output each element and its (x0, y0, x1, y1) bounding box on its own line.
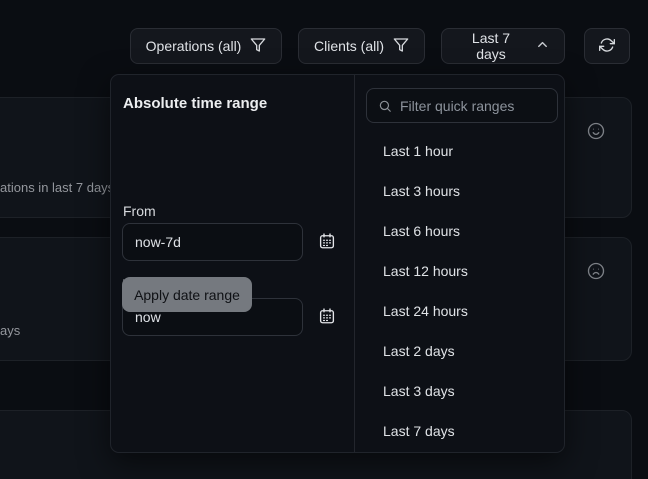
chevron-up-icon (535, 37, 550, 55)
quick-range-option[interactable]: Last 24 hours (355, 291, 565, 331)
operations-filter-button[interactable]: Operations (all) (130, 28, 282, 64)
quick-range-search[interactable] (366, 88, 558, 123)
quick-range-option[interactable]: Last 12 hours (355, 251, 565, 291)
happy-face-icon (587, 122, 605, 145)
from-calendar-button[interactable] (315, 230, 339, 254)
time-range-button[interactable]: Last 7 days (441, 28, 565, 64)
sad-face-icon (587, 262, 605, 285)
calendar-icon (318, 232, 336, 253)
card-caption: ays (0, 323, 20, 338)
from-input[interactable] (122, 223, 303, 261)
search-icon (378, 99, 392, 113)
quick-range-list: Last 1 hour Last 3 hours Last 6 hours La… (355, 131, 565, 451)
quick-range-filter-input[interactable] (400, 98, 546, 114)
funnel-icon (393, 37, 409, 56)
from-label: From (123, 203, 156, 219)
quick-range-option[interactable]: Last 6 hours (355, 211, 565, 251)
funnel-icon (250, 37, 266, 56)
operations-filter-label: Operations (all) (146, 38, 242, 54)
time-range-label: Last 7 days (456, 30, 526, 62)
clients-filter-button[interactable]: Clients (all) (298, 28, 425, 64)
quick-range-option[interactable]: Last 3 hours (355, 171, 565, 211)
refresh-button[interactable] (584, 28, 630, 64)
dashboard-page: ations in last 7 days ays Operations (al… (0, 0, 648, 479)
card-caption: ations in last 7 days (0, 180, 114, 195)
time-picker-dropdown: Absolute time range From To (110, 74, 565, 453)
refresh-icon (599, 37, 615, 56)
quick-range-option[interactable]: Last 3 days (355, 371, 565, 411)
quick-range-option[interactable]: Last 2 days (355, 331, 565, 371)
calendar-icon (318, 307, 336, 328)
absolute-range-title: Absolute time range (123, 95, 267, 112)
apply-date-range-button[interactable]: Apply date range (122, 277, 252, 312)
to-calendar-button[interactable] (315, 305, 339, 329)
quick-range-option[interactable]: Last 1 hour (355, 131, 565, 171)
quick-range-option[interactable]: Last 7 days (355, 411, 565, 451)
clients-filter-label: Clients (all) (314, 38, 384, 54)
